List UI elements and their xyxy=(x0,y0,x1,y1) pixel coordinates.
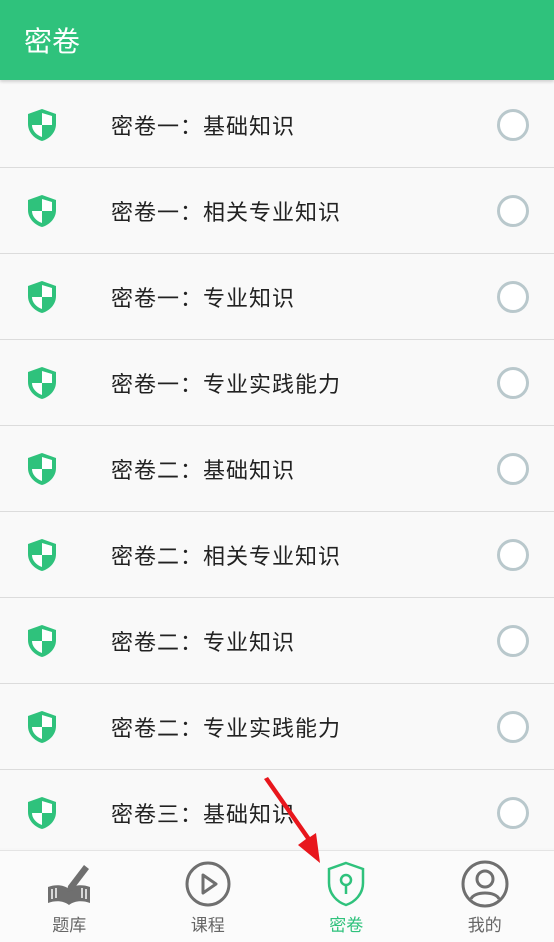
select-radio[interactable] xyxy=(497,797,529,829)
shield-icon xyxy=(28,195,56,227)
paper-label: 密卷二：基础知识 xyxy=(111,458,296,484)
paper-list: 密卷一：基础知识 密卷一：相关专业知识 密卷一：专业知识 密卷一：专业实践能力 … xyxy=(0,82,554,848)
shield-icon xyxy=(28,625,56,657)
select-radio[interactable] xyxy=(497,539,529,571)
paper-label: 密卷二：专业知识 xyxy=(111,630,296,656)
user-circle-icon xyxy=(461,860,509,908)
select-radio[interactable] xyxy=(497,625,529,657)
list-item[interactable]: 密卷一：专业实践能力 xyxy=(0,340,554,426)
list-item[interactable]: 密卷二：基础知识 xyxy=(0,426,554,512)
select-radio[interactable] xyxy=(497,367,529,399)
tab-mine[interactable]: 我的 xyxy=(416,851,554,942)
tab-label: 我的 xyxy=(467,916,502,936)
list-item[interactable]: 密卷二：相关专业知识 xyxy=(0,512,554,598)
list-item[interactable]: 密卷一：专业知识 xyxy=(0,254,554,340)
shield-icon xyxy=(28,281,56,313)
shield-lock-icon xyxy=(328,861,365,907)
paper-label: 密卷一：基础知识 xyxy=(111,114,296,140)
list-item[interactable]: 密卷二：专业实践能力 xyxy=(0,684,554,770)
shield-icon xyxy=(28,109,56,141)
select-radio[interactable] xyxy=(497,281,529,313)
app-header: 密卷 xyxy=(0,0,554,80)
tab-label: 课程 xyxy=(190,916,225,936)
paper-label: 密卷一：相关专业知识 xyxy=(111,200,342,226)
tab-secret-paper[interactable]: 密卷 xyxy=(277,851,416,942)
play-circle-icon xyxy=(185,861,231,907)
list-item[interactable]: 密卷一：相关专业知识 xyxy=(0,168,554,254)
tab-label: 题库 xyxy=(52,916,87,936)
bottom-tab-bar: 题库 课程 密卷 我的 xyxy=(0,850,554,942)
select-radio[interactable] xyxy=(497,453,529,485)
shield-icon xyxy=(28,367,56,399)
paper-label: 密卷一：专业知识 xyxy=(111,286,296,312)
shield-icon xyxy=(28,711,56,743)
list-item[interactable]: 密卷一：基础知识 xyxy=(0,82,554,168)
book-pencil-icon xyxy=(48,865,91,905)
list-item[interactable]: 密卷二：专业知识 xyxy=(0,598,554,684)
shield-icon xyxy=(28,453,56,485)
page-title: 密卷 xyxy=(24,25,81,58)
shield-icon xyxy=(28,539,56,571)
paper-label: 密卷二：专业实践能力 xyxy=(111,716,342,742)
select-radio[interactable] xyxy=(497,195,529,227)
paper-label: 密卷三：基础知识 xyxy=(111,802,296,828)
tab-question-bank[interactable]: 题库 xyxy=(0,851,139,942)
tab-course[interactable]: 课程 xyxy=(139,851,278,942)
paper-label: 密卷一：专业实践能力 xyxy=(111,372,342,398)
shield-icon xyxy=(28,797,56,829)
select-radio[interactable] xyxy=(497,109,529,141)
paper-label: 密卷二：相关专业知识 xyxy=(111,544,342,570)
list-item[interactable]: 密卷三：基础知识 xyxy=(0,770,554,848)
select-radio[interactable] xyxy=(497,711,529,743)
tab-label: 密卷 xyxy=(329,916,364,936)
